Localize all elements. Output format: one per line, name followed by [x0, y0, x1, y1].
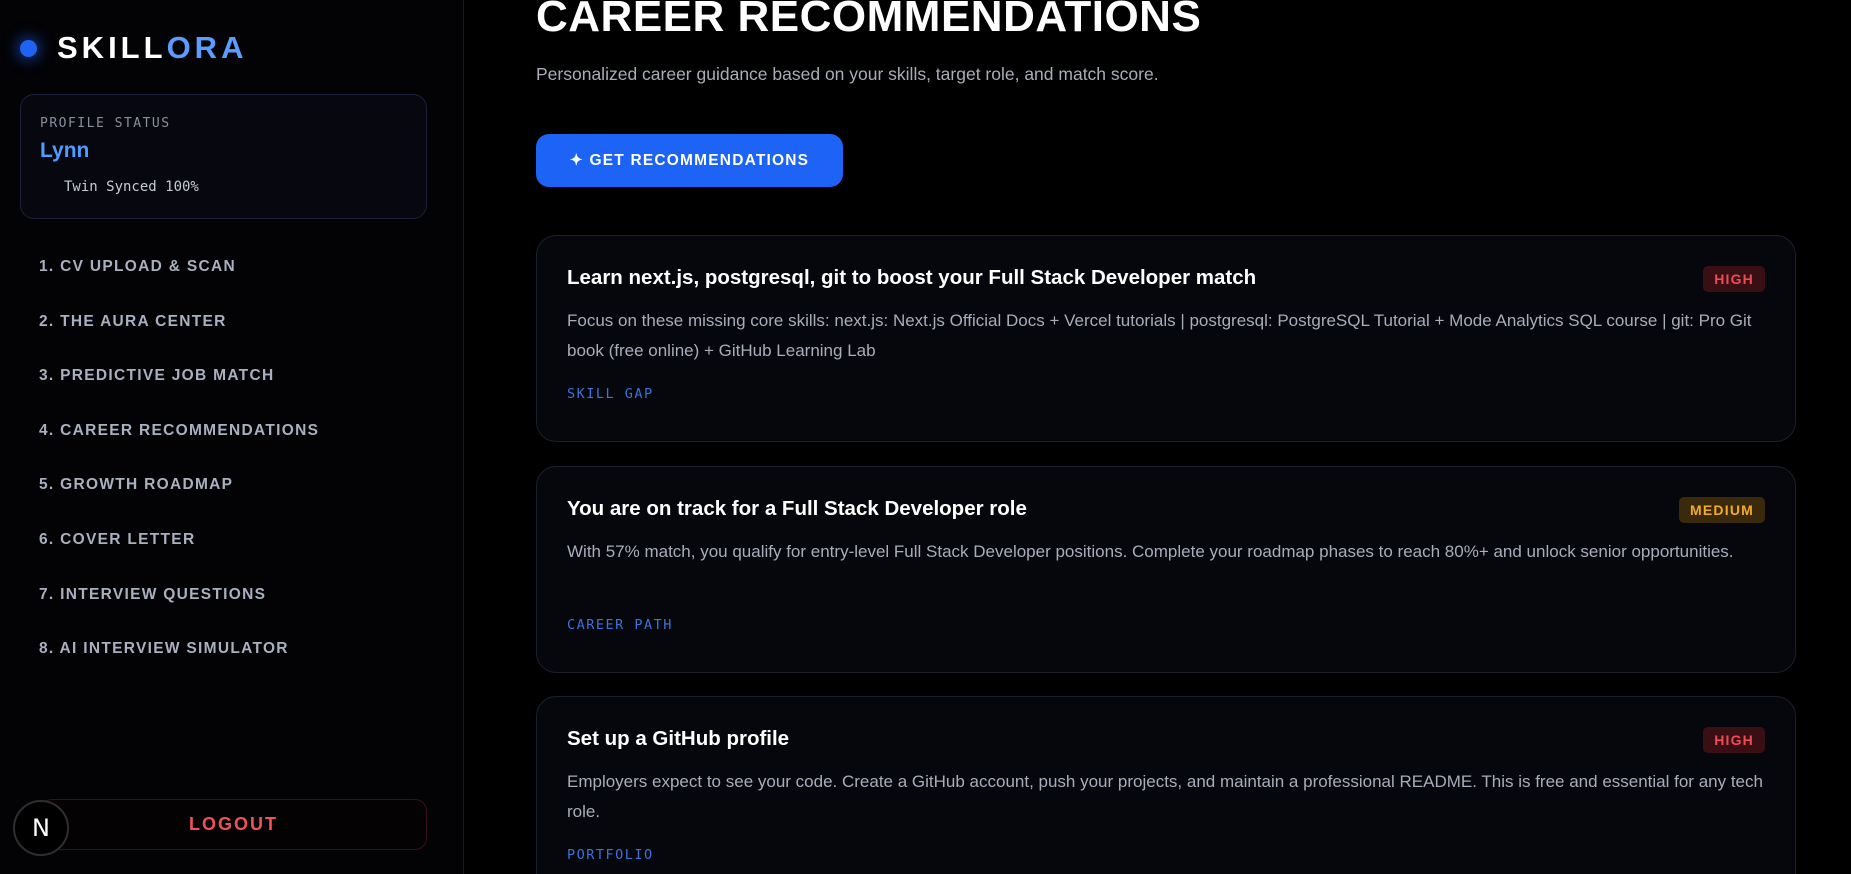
- recommendation-card: You are on track for a Full Stack Develo…: [536, 466, 1796, 673]
- profile-status-card: PROFILE STATUS Lynn Twin Synced 100%: [20, 94, 427, 219]
- recommendation-title: You are on track for a Full Stack Develo…: [567, 497, 1027, 520]
- nav-item-cover-letter[interactable]: 6. COVER LETTER: [39, 531, 319, 586]
- nav-item-cv-upload[interactable]: 1. CV UPLOAD & SCAN: [39, 258, 319, 313]
- recommendation-title: Learn next.js, postgresql, git to boost …: [567, 266, 1257, 289]
- sidebar-nav: 1. CV UPLOAD & SCAN 2. THE AURA CENTER 3…: [39, 258, 319, 695]
- recommendation-card: Set up a GitHub profile HIGH Employers e…: [536, 696, 1796, 874]
- page-subtitle: Personalized career guidance based on yo…: [536, 64, 1159, 84]
- recommendation-description: With 57% match, you qualify for entry-le…: [567, 542, 1734, 561]
- profile-name: Lynn: [40, 139, 90, 162]
- nav-item-aura-center[interactable]: 2. THE AURA CENTER: [39, 313, 319, 368]
- nav-item-job-match[interactable]: 3. PREDICTIVE JOB MATCH: [39, 367, 319, 422]
- profile-status-label: PROFILE STATUS: [40, 116, 171, 131]
- recommendation-tag: PORTFOLIO: [567, 847, 654, 863]
- sidebar: SKILLORA PROFILE STATUS Lynn Twin Synced…: [0, 0, 464, 874]
- recommendation-tag: SKILL GAP: [567, 386, 654, 402]
- next-dev-badge-icon[interactable]: N: [13, 800, 69, 856]
- priority-badge: HIGH: [1703, 727, 1765, 753]
- nav-item-career-recommendations[interactable]: 4. CAREER RECOMMENDATIONS: [39, 422, 319, 477]
- nav-item-interview-questions[interactable]: 7. INTERVIEW QUESTIONS: [39, 586, 319, 641]
- priority-badge: MEDIUM: [1679, 497, 1765, 523]
- brand-logo[interactable]: SKILLORA: [20, 30, 247, 66]
- recommendation-card: Learn next.js, postgresql, git to boost …: [536, 235, 1796, 442]
- brand-name: SKILLORA: [57, 30, 247, 66]
- recommendation-title: Set up a GitHub profile: [567, 727, 790, 750]
- nav-item-interview-simulator[interactable]: 8. AI INTERVIEW SIMULATOR: [39, 640, 319, 695]
- logout-button[interactable]: LOGOUT: [40, 799, 427, 850]
- twin-sync-status: Twin Synced 100%: [64, 179, 199, 195]
- recommendation-description: Focus on these missing core skills: next…: [567, 311, 1752, 360]
- priority-badge: HIGH: [1703, 266, 1765, 292]
- page-title: CAREER RECOMMENDATIONS: [536, 0, 1202, 41]
- brand-dot-icon: [20, 39, 37, 57]
- recommendation-tag: CAREER PATH: [567, 617, 673, 633]
- recommendation-description: Employers expect to see your code. Creat…: [567, 772, 1763, 821]
- get-recommendations-button[interactable]: ✦ GET RECOMMENDATIONS: [536, 134, 843, 187]
- brand-name-part1: SKILL: [57, 30, 167, 65]
- brand-name-part2: ORA: [166, 30, 248, 65]
- nav-item-growth-roadmap[interactable]: 5. GROWTH ROADMAP: [39, 476, 319, 531]
